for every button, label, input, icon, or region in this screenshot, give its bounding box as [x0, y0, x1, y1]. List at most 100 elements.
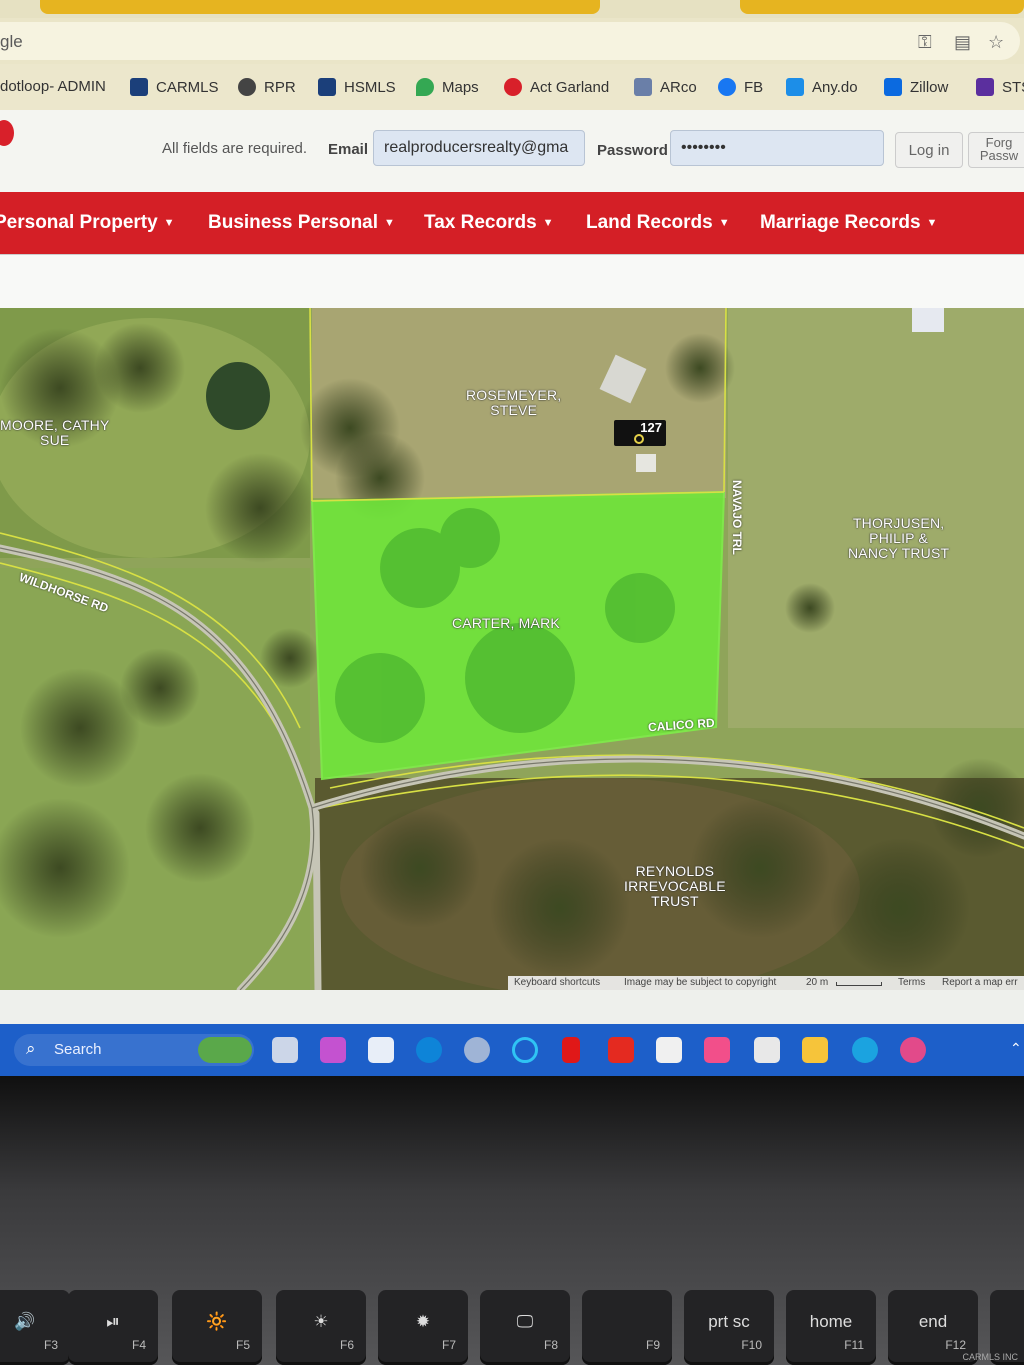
bookmark-label: STS — [1002, 78, 1024, 96]
task-view-icon[interactable] — [272, 1037, 298, 1063]
bookmark-label: Maps — [442, 78, 479, 96]
login-button[interactable]: Log in — [895, 132, 963, 168]
edge-icon[interactable] — [852, 1037, 878, 1063]
store-icon[interactable] — [368, 1037, 394, 1063]
caret-down-icon: ▼ — [542, 216, 554, 229]
acrobat-icon[interactable] — [608, 1037, 634, 1063]
site-logo-icon[interactable] — [0, 120, 14, 146]
settings-gear-icon[interactable] — [464, 1037, 490, 1063]
key-fn: F4 — [131, 1338, 146, 1352]
bookmark-rpr[interactable]: RPR — [238, 78, 296, 96]
browser-tab[interactable] — [740, 0, 1024, 14]
bookmark-label: Zillow — [910, 78, 949, 96]
bookmark-label: FB — [744, 78, 764, 96]
key-main: end — [918, 1312, 948, 1331]
facebook-icon — [718, 78, 736, 96]
owner-line: SUE — [40, 432, 70, 448]
key-f4[interactable]: ⏯ F4 — [68, 1290, 158, 1365]
dell-icon[interactable] — [416, 1037, 442, 1063]
email-field[interactable]: realproducersrealty@gma — [373, 130, 585, 166]
bookmark-label: ARco — [660, 78, 697, 96]
nav-business-personal[interactable]: Business Personal ▼ — [208, 212, 395, 234]
bookmark-zillow[interactable]: Zillow — [884, 78, 948, 96]
nav-tax-records[interactable]: Tax Records ▼ — [424, 212, 554, 234]
key-f9[interactable]: F9 — [582, 1290, 672, 1365]
key-f5[interactable]: 🔆 F5 — [172, 1290, 262, 1365]
maps-pin-icon — [416, 78, 434, 96]
key-f7[interactable]: ✹ F7 — [378, 1290, 468, 1365]
key-fn: F7 — [441, 1338, 456, 1352]
carmls-icon — [130, 78, 148, 96]
bookmark-label: dotloop- ADMIN — [0, 78, 106, 95]
key-f3[interactable]: 🔊 F3 — [0, 1290, 70, 1365]
key-f11[interactable]: home F11 — [786, 1290, 876, 1365]
snipping-tool-icon[interactable] — [656, 1037, 682, 1063]
search-label: Search — [54, 1041, 102, 1058]
key-f6[interactable]: ☀ F6 — [276, 1290, 366, 1365]
nav-label: Land Records — [586, 212, 713, 233]
bookmark-fb[interactable]: FB — [718, 78, 763, 96]
road-label-navajo: NAVAJO TRL — [730, 480, 744, 555]
caret-down-icon: ▼ — [384, 216, 395, 229]
key-icon[interactable]: ⚿ — [918, 32, 932, 53]
star-icon[interactable]: ☆ — [988, 32, 1004, 53]
nav-marriage-records[interactable]: Marriage Records ▼ — [760, 212, 937, 234]
bookmark-label: Any.do — [812, 78, 858, 96]
nav-land-records[interactable]: Land Records ▼ — [586, 212, 730, 234]
key-fn: F9 — [645, 1338, 660, 1352]
terms-link[interactable]: Terms — [898, 977, 925, 988]
main-nav: Personal Property ▼ Business Personal ▼ Ta… — [0, 192, 1024, 254]
caret-down-icon: ▼ — [718, 216, 730, 229]
file-explorer-icon[interactable] — [802, 1037, 828, 1063]
address-marker[interactable]: 127 — [614, 420, 666, 446]
bookmark-label: RPR — [264, 78, 296, 96]
bookmark-carmls[interactable]: CARMLS — [130, 78, 219, 96]
address-number: 127 — [640, 420, 662, 435]
office-icon[interactable] — [704, 1037, 730, 1063]
bookmark-sts[interactable]: STS — [976, 78, 1024, 96]
chevron-up-icon[interactable]: ⌃ — [1010, 1040, 1022, 1057]
url-field[interactable]: gle ⚿ ▤ ☆ — [0, 22, 1020, 60]
zillow-icon — [884, 78, 902, 96]
owner-line: PHILIP & — [869, 530, 929, 546]
key-f10[interactable]: prt sc F10 — [684, 1290, 774, 1365]
parcel-map[interactable]: MOORE, CATHY SUE ROSEMEYER, STEVE THORJU… — [0, 308, 1024, 990]
bookmark-hsmls[interactable]: HSMLS — [318, 78, 396, 96]
required-note: All fields are required. — [162, 140, 308, 157]
search-icon: ⌕ — [26, 1039, 36, 1058]
owner-line: IRREVOCABLE — [624, 878, 726, 894]
map-attribution: Keyboard shortcuts Image may be subject … — [508, 976, 1024, 990]
browser-tab[interactable] — [40, 0, 600, 14]
cortana-icon[interactable] — [512, 1037, 538, 1063]
sts-icon — [976, 78, 994, 96]
calculator-icon[interactable] — [754, 1037, 780, 1063]
bookmark-act-garland[interactable]: Act Garland — [504, 78, 609, 96]
hsmls-icon — [318, 78, 336, 96]
report-error-link[interactable]: Report a map err — [942, 977, 1018, 988]
widgets-icon[interactable] — [198, 1037, 252, 1063]
reader-icon[interactable]: ▤ — [954, 32, 971, 53]
page-footer-area — [0, 990, 1024, 1024]
copilot-icon[interactable] — [320, 1037, 346, 1063]
site-header: All fields are required. Email realprodu… — [0, 110, 1024, 192]
nav-personal-property[interactable]: Personal Property ▼ — [0, 212, 175, 234]
windows-taskbar: ⌕ Search ⌃ — [0, 1024, 1024, 1076]
key-main: prt sc — [708, 1312, 750, 1331]
bookmark-dotloop[interactable]: dotloop- ADMIN — [0, 78, 106, 95]
forgot-password-button[interactable]: Forg Passw — [968, 132, 1024, 168]
photos-icon[interactable] — [900, 1037, 926, 1063]
address-bar: gle ⚿ ▤ ☆ — [0, 18, 1024, 64]
password-field[interactable]: •••••••• — [670, 130, 884, 166]
netflix-icon[interactable] — [562, 1037, 580, 1063]
nav-label: Marriage Records — [760, 212, 921, 233]
owner-label-carter: CARTER, MARK — [452, 616, 560, 631]
bookmark-maps[interactable]: Maps — [416, 78, 479, 96]
keyboard-shortcuts-link[interactable]: Keyboard shortcuts — [514, 977, 600, 988]
owner-line: STEVE — [490, 402, 538, 418]
url-text: gle — [0, 32, 23, 51]
key-main: 🖵 — [516, 1312, 534, 1331]
key-f8[interactable]: 🖵 F8 — [480, 1290, 570, 1365]
bookmark-arco[interactable]: ARco — [634, 78, 697, 96]
bookmark-anydo[interactable]: Any.do — [786, 78, 858, 96]
owner-line: REYNOLDS — [635, 863, 715, 879]
